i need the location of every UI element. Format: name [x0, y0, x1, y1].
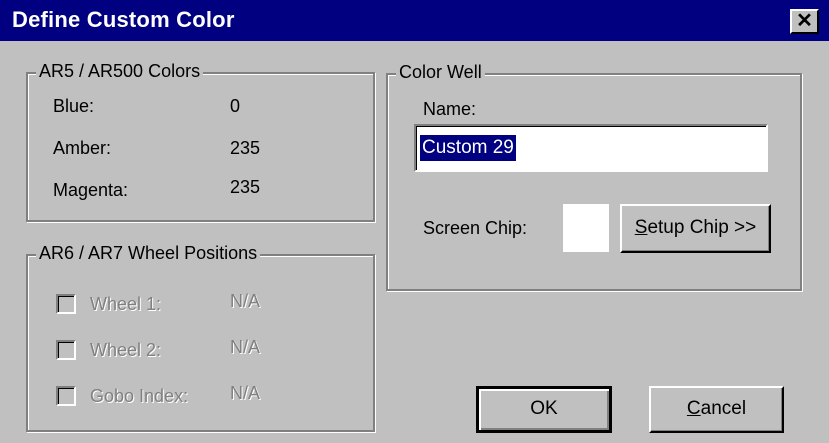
amber-value: 235	[230, 138, 261, 158]
amber-label: Amber:	[53, 138, 112, 158]
wheel-1-label: Wheel 1:	[90, 294, 162, 314]
wheel-2-checkbox[interactable]	[56, 340, 76, 360]
blue-label: Blue:	[53, 96, 95, 116]
screen-chip-label: Screen Chip:	[423, 218, 528, 238]
ok-button[interactable]: OK	[476, 386, 612, 433]
magenta-label: Magenta:	[53, 180, 129, 200]
gobo-index-label: Gobo Index:	[90, 386, 189, 406]
cancel-label: ancel	[700, 398, 747, 419]
wheel-1-value: N/A	[230, 291, 261, 311]
ok-button-label: OK	[530, 398, 558, 419]
name-input[interactable]: Custom 29	[414, 124, 768, 172]
screen-chip-swatch	[563, 204, 609, 252]
close-icon: ✕	[796, 10, 813, 32]
magenta-value: 235	[230, 177, 261, 197]
cancel-button[interactable]: Cancel	[649, 386, 784, 433]
ar6-wheel-positions-group: AR6 / AR7 Wheel Positions	[26, 243, 375, 432]
title-bar[interactable]: Define Custom Color ✕	[0, 0, 829, 41]
name-label: Name:	[423, 99, 477, 119]
setup-chip-label: etup Chip >>	[647, 217, 757, 238]
wheel-2-value: N/A	[230, 337, 261, 357]
wheel-1-checkbox[interactable]	[56, 294, 76, 314]
close-button[interactable]: ✕	[790, 9, 819, 34]
cancel-mnemonic: C	[686, 398, 701, 419]
define-custom-color-dialog: Define Custom Color ✕ AR5 / AR500 Colors…	[0, 0, 829, 443]
gobo-index-value: N/A	[230, 383, 261, 403]
color-well-group-title: Color Well	[396, 62, 485, 83]
blue-value: 0	[230, 96, 241, 116]
setup-chip-mnemonic: S	[634, 217, 648, 238]
window-title: Define Custom Color	[12, 7, 235, 32]
ar5-colors-group-title: AR5 / AR500 Colors	[36, 61, 204, 82]
gobo-index-checkbox[interactable]	[56, 386, 76, 406]
ar6-wheel-positions-group-title: AR6 / AR7 Wheel Positions	[36, 243, 261, 264]
name-input-value: Custom 29	[420, 135, 516, 161]
setup-chip-button[interactable]: Setup Chip >>	[620, 204, 771, 253]
wheel-2-label: Wheel 2:	[90, 340, 162, 360]
